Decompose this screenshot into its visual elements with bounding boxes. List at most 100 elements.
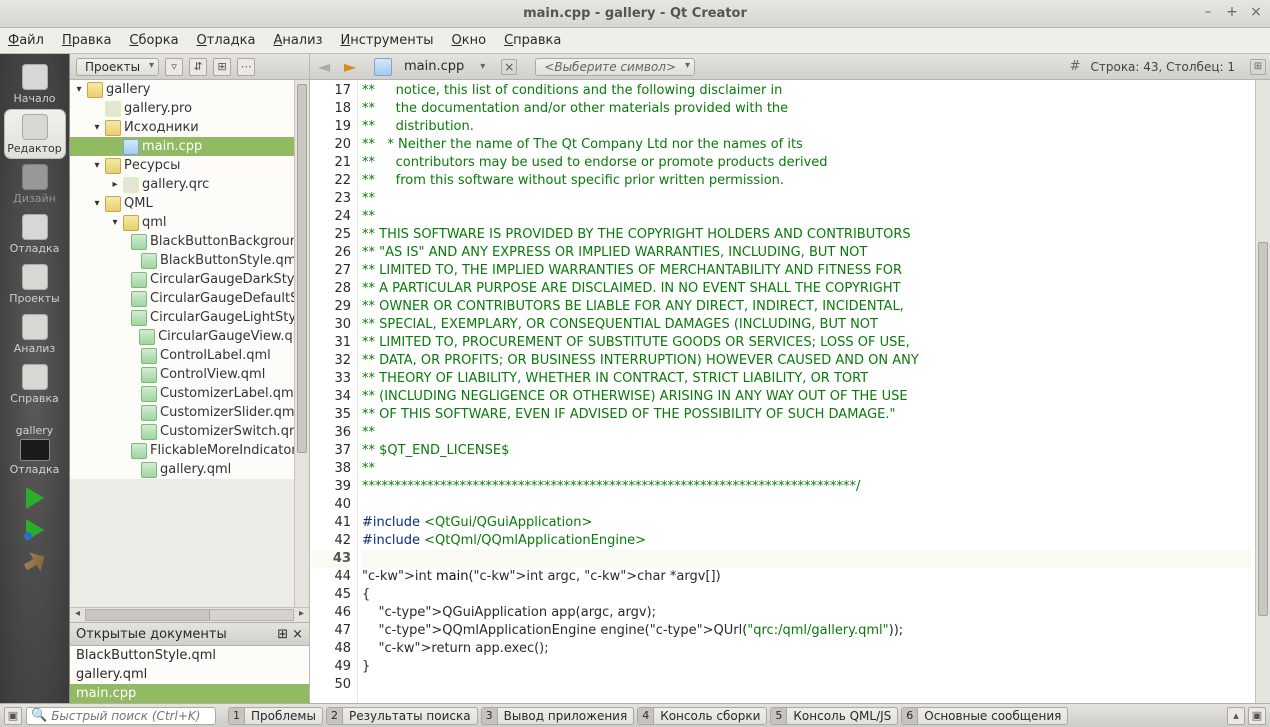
split-icon[interactable]: ⊞: [277, 627, 288, 642]
build-button[interactable]: [18, 548, 52, 576]
search-input[interactable]: [51, 709, 211, 723]
tree-item[interactable]: CircularGaugeDefaultStyle.qml: [70, 289, 309, 308]
folder-icon: [105, 120, 121, 136]
open-doc-item[interactable]: BlackButtonStyle.qml: [70, 646, 309, 665]
quick-search[interactable]: 🔍: [26, 707, 216, 725]
titlebar: main.cpp - gallery - Qt Creator – + ×: [0, 0, 1270, 28]
menu-Сборка[interactable]: Сборка: [129, 33, 178, 48]
tree-item[interactable]: CustomizerSwitch.qml: [70, 422, 309, 441]
hash-icon[interactable]: #: [1070, 59, 1081, 74]
tree-item[interactable]: CustomizerLabel.qml: [70, 384, 309, 403]
tree-item[interactable]: CircularGaugeLightStyle.qml: [70, 308, 309, 327]
symbol-combo[interactable]: <Выберите символ>: [535, 58, 695, 76]
filter-icon[interactable]: ▿: [165, 58, 183, 76]
split-editor-icon[interactable]: ⊞: [1250, 59, 1266, 75]
close-file-icon[interactable]: ×: [501, 59, 517, 75]
tree-item[interactable]: main.cpp: [70, 137, 309, 156]
qml-icon: [141, 348, 157, 364]
tree-item[interactable]: gallery.qml: [70, 460, 309, 479]
qml-icon: [131, 234, 147, 250]
output-tab-5[interactable]: 5Консоль QML/JS: [770, 707, 898, 725]
menu-Окно[interactable]: Окно: [452, 33, 487, 48]
code-editor[interactable]: ** notice, this list of conditions and t…: [358, 80, 1255, 703]
toggle-sidebar-icon[interactable]: ▣: [4, 707, 22, 725]
nav-back-icon[interactable]: ◄: [314, 58, 334, 76]
mode-projects[interactable]: Проекты: [5, 260, 65, 308]
qml-icon: [139, 329, 155, 345]
project-tree[interactable]: ▾gallerygallery.pro▾Исходникиmain.cpp▾Ре…: [70, 80, 309, 479]
mode-debug[interactable]: Отладка: [5, 210, 65, 258]
close-pane-icon[interactable]: ×: [292, 627, 303, 642]
tree-item[interactable]: ▾qml: [70, 213, 309, 232]
tree-item[interactable]: ▾gallery: [70, 80, 309, 99]
open-doc-item[interactable]: main.cpp: [70, 684, 309, 703]
menu-Правка[interactable]: Правка: [62, 33, 111, 48]
expand-icon[interactable]: ⊞: [213, 58, 231, 76]
options-icon[interactable]: ⋯: [237, 58, 255, 76]
tree-item[interactable]: ▾Ресурсы: [70, 156, 309, 175]
mode-editor[interactable]: Редактор: [5, 110, 65, 158]
folder-icon: [105, 158, 121, 174]
tree-item[interactable]: CircularGaugeDarkStyle.qml: [70, 270, 309, 289]
output-close-icon[interactable]: ▣: [1248, 707, 1266, 725]
output-tab-1[interactable]: 1Проблемы: [228, 707, 323, 725]
tree-item[interactable]: ▸gallery.qrc: [70, 175, 309, 194]
menu-Отладка[interactable]: Отладка: [197, 33, 256, 48]
qml-icon: [131, 443, 147, 459]
output-tab-2[interactable]: 2Результаты поиска: [326, 707, 478, 725]
close-icon[interactable]: ×: [1248, 4, 1264, 20]
editor-filename[interactable]: main.cpp: [404, 59, 464, 74]
tree-hscrollbar[interactable]: ◂▸: [70, 607, 309, 622]
folder-icon: [105, 196, 121, 212]
open-docs-header: Открытые документы ⊞ ×: [70, 622, 309, 646]
output-tab-4[interactable]: 4Консоль сборки: [637, 707, 767, 725]
file-dropdown-icon[interactable]: ▾: [480, 61, 485, 72]
tree-item[interactable]: CircularGaugeView.qml: [70, 327, 309, 346]
output-tab-6[interactable]: 6Основные сообщения: [901, 707, 1068, 725]
run-debug-button[interactable]: [18, 516, 52, 544]
tree-item[interactable]: BlackButtonStyle.qml: [70, 251, 309, 270]
menu-Инструменты[interactable]: Инструменты: [340, 33, 433, 48]
cpp-icon: [123, 139, 139, 155]
nav-forward-icon[interactable]: ►: [340, 58, 360, 76]
editor-toolbar: ◄ ► main.cpp ▾ × <Выберите символ> # Стр…: [310, 54, 1270, 80]
tree-item[interactable]: FlickableMoreIndicator.qml: [70, 441, 309, 460]
mode-help[interactable]: Справка: [5, 360, 65, 408]
qrc-icon: [123, 177, 139, 193]
statusbar: ▣ 🔍 1Проблемы2Результаты поиска3Вывод пр…: [0, 703, 1270, 727]
output-tab-3[interactable]: 3Вывод приложения: [481, 707, 635, 725]
search-icon: 🔍: [31, 708, 47, 723]
menubar: Файл Правка Сборка Отладка Анализ Инструменты…: [0, 28, 1270, 54]
tree-item[interactable]: BlackButtonBackground.qml: [70, 232, 309, 251]
tree-item[interactable]: ▾QML: [70, 194, 309, 213]
cursor-position[interactable]: Строка: 43, Столбец: 1: [1090, 60, 1235, 74]
qml-icon: [141, 462, 157, 478]
tree-item[interactable]: ▾Исходники: [70, 118, 309, 137]
monitor-icon: [20, 439, 50, 461]
project-view-combo[interactable]: Проекты: [76, 58, 159, 76]
tree-item[interactable]: CustomizerSlider.qml: [70, 403, 309, 422]
menu-Файл[interactable]: Файл: [8, 33, 44, 48]
tree-item[interactable]: gallery.pro: [70, 99, 309, 118]
open-doc-item[interactable]: gallery.qml: [70, 665, 309, 684]
maximize-icon[interactable]: +: [1224, 4, 1240, 20]
run-button[interactable]: [18, 484, 52, 512]
menu-Справка[interactable]: Справка: [504, 33, 561, 48]
tree-vscrollbar[interactable]: [294, 80, 309, 607]
tree-item[interactable]: ControlView.qml: [70, 365, 309, 384]
qml-icon: [141, 405, 157, 421]
projects-icon: [22, 264, 48, 290]
minimize-icon[interactable]: –: [1200, 4, 1216, 20]
output-up-icon[interactable]: ▴: [1227, 707, 1245, 725]
kit-selector[interactable]: gallery Отладка: [4, 424, 66, 476]
mode-analyze[interactable]: Анализ: [5, 310, 65, 358]
editor-vscrollbar[interactable]: [1255, 80, 1270, 703]
sync-icon[interactable]: ⇵: [189, 58, 207, 76]
line-gutter[interactable]: 1718192021222324252627282930313233343536…: [310, 80, 358, 703]
project-toolbar: Проекты ▿ ⇵ ⊞ ⋯: [70, 54, 309, 80]
mode-start[interactable]: Начало: [5, 60, 65, 108]
menu-Анализ[interactable]: Анализ: [273, 33, 322, 48]
tree-item[interactable]: ControlLabel.qml: [70, 346, 309, 365]
open-docs-list[interactable]: BlackButtonStyle.qmlgallery.qmlmain.cpp: [70, 646, 309, 703]
window-title: main.cpp - gallery - Qt Creator: [523, 6, 747, 21]
